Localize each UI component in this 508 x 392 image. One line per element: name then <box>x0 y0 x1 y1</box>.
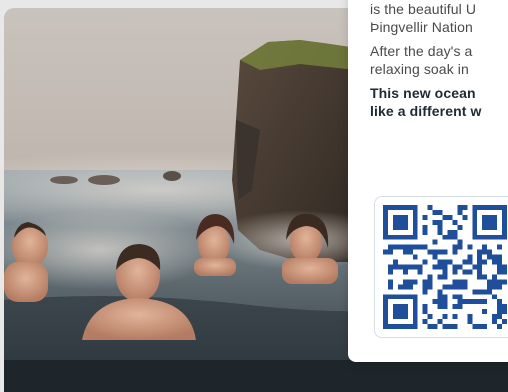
paragraph-intro: is the beautiful U Þingvellir Nation <box>370 0 508 36</box>
paragraph-intro-line-1: is the beautiful U <box>370 1 477 17</box>
highlight-text: This new ocean like a different w <box>370 84 508 120</box>
highlight-line-1: This new ocean <box>370 85 476 101</box>
paragraph-intro-line-2: Þingvellir Nation <box>370 19 473 35</box>
qr-code-box[interactable] <box>374 196 508 338</box>
paragraph-soak-line-2: relaxing soak in <box>370 61 469 77</box>
highlight-line-2: like a different w <box>370 103 482 119</box>
info-card: is the beautiful U Þingvellir Nation Aft… <box>348 0 508 362</box>
card-body: is the beautiful U Þingvellir Nation Aft… <box>370 0 508 126</box>
paragraph-soak-line-1: After the day's a <box>370 43 473 59</box>
app-screen: is the beautiful U Þingvellir Nation Aft… <box>0 0 508 392</box>
paragraph-soak: After the day's a relaxing soak in <box>370 42 508 78</box>
qr-code-icon[interactable] <box>383 205 507 329</box>
